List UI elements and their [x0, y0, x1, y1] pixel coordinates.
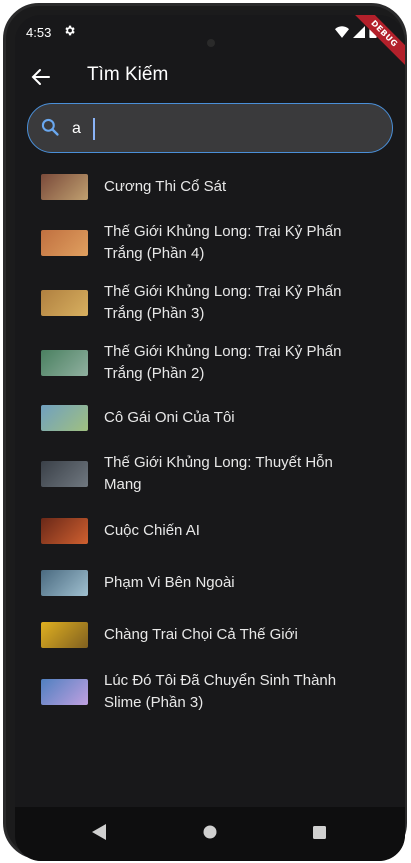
search-result-item[interactable]: Lúc Đó Tôi Đã Chuyển Sinh Thành Slime (Ph… — [15, 661, 405, 723]
result-title: Thế Giới Khủng Long: Trại Kỷ Phấn Trắng (… — [104, 341, 341, 385]
search-field[interactable] — [27, 103, 393, 153]
nav-home-button[interactable] — [203, 824, 217, 843]
result-title-line: Cuộc Chiến AI — [104, 522, 200, 539]
result-title-line: Trắng (Phần 4) — [104, 245, 205, 262]
screen: 4:53 DEBUG Tìm Kiếm a Cương Thi Cổ Sát T… — [15, 15, 405, 861]
app-bar: Tìm Kiếm — [15, 51, 405, 107]
status-bar: 4:53 DEBUG — [15, 15, 405, 71]
result-title-line: Lúc Đó Tôi Đã Chuyển Sinh Thành — [104, 672, 337, 689]
search-result-item[interactable]: Cương Thi Cổ Sát — [15, 161, 405, 213]
result-title-line: Trắng (Phần 2) — [104, 365, 205, 382]
wifi-icon — [334, 26, 349, 38]
square-recents-icon — [313, 826, 326, 839]
text-caret — [93, 118, 95, 140]
search-icon — [40, 117, 60, 141]
result-title-line: Phạm Vi Bên Ngoài — [104, 574, 235, 591]
signal-icon — [352, 26, 365, 38]
navigation-bar — [15, 807, 405, 861]
movie-thumbnail — [41, 570, 88, 596]
movie-thumbnail — [41, 290, 88, 316]
nav-recents-button[interactable] — [313, 824, 326, 843]
result-title: Phạm Vi Bên Ngoài — [104, 572, 235, 594]
phone-frame: 4:53 DEBUG Tìm Kiếm a Cương Thi Cổ Sát T… — [3, 3, 407, 861]
movie-thumbnail — [41, 174, 88, 200]
result-title: Thế Giới Khủng Long: Trại Kỷ Phấn Trắng (… — [104, 281, 341, 325]
search-result-item[interactable]: Thế Giới Khủng Long: Trại Kỷ Phấn Trắng (… — [15, 273, 405, 333]
search-result-item[interactable]: Phạm Vi Bên Ngoài — [15, 557, 405, 609]
result-title-line: Chàng Trai Chọi Cả Thế Giới — [104, 626, 298, 643]
result-title-line: Cương Thi Cổ Sát — [104, 178, 227, 195]
movie-thumbnail — [41, 405, 88, 431]
nav-back-button[interactable] — [92, 824, 106, 844]
result-title: Cuộc Chiến AI — [104, 520, 200, 542]
search-result-list: Cương Thi Cổ Sát Thế Giới Khủng Long: Trạ… — [15, 161, 405, 723]
page-title: Tìm Kiếm — [87, 64, 169, 85]
front-camera — [207, 39, 215, 47]
movie-thumbnail — [41, 230, 88, 256]
circle-home-icon — [203, 825, 217, 839]
movie-thumbnail — [41, 518, 88, 544]
result-title-line: Cô Gái Oni Của Tôi — [104, 409, 235, 426]
search-input[interactable] — [70, 114, 374, 144]
result-title-line: Thế Giới Khủng Long: Thuyết Hỗn — [104, 454, 333, 471]
movie-thumbnail — [41, 461, 88, 487]
search-result-item[interactable]: Thế Giới Khủng Long: Trại Kỷ Phấn Trắng (… — [15, 333, 405, 393]
triangle-back-icon — [92, 824, 106, 840]
arrow-left-icon — [31, 69, 50, 85]
result-title: Thế Giới Khủng Long: Thuyết Hỗn Mang — [104, 452, 333, 496]
result-title-line: Mang — [104, 476, 142, 493]
search-result-item[interactable]: Chàng Trai Chọi Cả Thế Giới — [15, 609, 405, 661]
result-title-line: Thế Giới Khủng Long: Trại Kỷ Phấn — [104, 283, 342, 300]
search-result-item[interactable]: Thế Giới Khủng Long: Thuyết Hỗn Mang — [15, 443, 405, 505]
back-button[interactable] — [29, 65, 53, 89]
result-title: Lúc Đó Tôi Đã Chuyển Sinh Thành Slime (Ph… — [104, 670, 336, 714]
result-title-line: Thế Giới Khủng Long: Trại Kỷ Phấn — [104, 223, 342, 240]
result-title-line: Slime (Phần 3) — [104, 694, 204, 711]
result-title: Chàng Trai Chọi Cả Thế Giới — [104, 624, 298, 646]
status-time: 4:53 — [26, 25, 52, 40]
search-result-item[interactable]: Cuộc Chiến AI — [15, 505, 405, 557]
movie-thumbnail — [41, 350, 88, 376]
search-result-item[interactable]: Thế Giới Khủng Long: Trại Kỷ Phấn Trắng (… — [15, 213, 405, 273]
result-title: Cương Thi Cổ Sát — [104, 176, 226, 198]
movie-thumbnail — [41, 622, 88, 648]
result-title: Cô Gái Oni Của Tôi — [104, 407, 235, 429]
result-title-line: Trắng (Phần 3) — [104, 305, 205, 322]
result-title: Thế Giới Khủng Long: Trại Kỷ Phấn Trắng (… — [104, 221, 341, 265]
search-result-item[interactable]: Cô Gái Oni Của Tôi — [15, 393, 405, 443]
gear-icon — [63, 24, 76, 41]
result-title-line: Thế Giới Khủng Long: Trại Kỷ Phấn — [104, 343, 342, 360]
movie-thumbnail — [41, 679, 88, 705]
